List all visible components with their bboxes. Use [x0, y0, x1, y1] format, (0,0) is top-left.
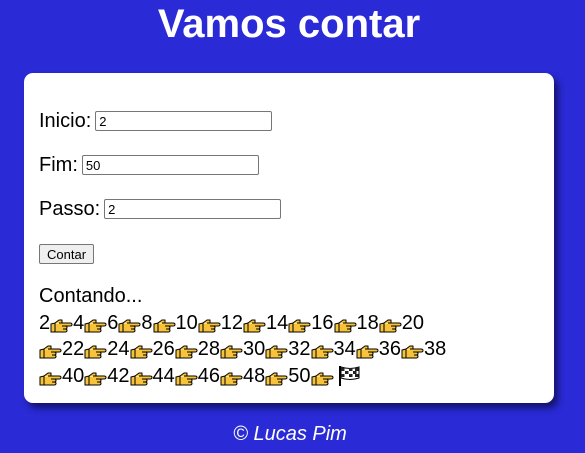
pointing-hand-icon	[130, 372, 152, 385]
sequence-number: 10	[175, 311, 198, 334]
sequence-number: 50	[288, 364, 311, 387]
sequence-line: 22 24 26 28 30 32 34 36 38	[39, 336, 544, 363]
inicio-field-row: Inicio:	[39, 109, 273, 133]
pointing-hand-icon	[130, 345, 152, 359]
fim-field-row: Fim:	[39, 153, 259, 177]
pointing-hand-icon	[220, 372, 243, 385]
sequence-number: 12	[220, 311, 243, 334]
fim-input[interactable]	[81, 155, 259, 175]
sequence-number: 8	[141, 311, 153, 334]
status-text: Contando...	[39, 285, 143, 307]
sequence-number: 28	[197, 338, 220, 360]
passo-field-row: Passo:	[39, 197, 282, 221]
pointing-hand-icon	[175, 345, 198, 359]
pointing-hand-icon	[265, 372, 288, 385]
pointing-hand-icon	[153, 319, 175, 332]
sequence-number: 26	[152, 338, 175, 360]
pointing-hand-icon	[379, 319, 402, 332]
pointing-hand-icon	[311, 372, 333, 385]
pointing-hand-icon	[50, 319, 73, 332]
fim-label: Fim:	[39, 153, 78, 176]
page-title: Vamos contar	[157, 2, 421, 46]
sequence-number: 18	[356, 311, 379, 334]
sequence-number: 36	[378, 338, 401, 360]
footer-credit: © Lucas Pim	[233, 423, 347, 445]
sequence-number: 14	[266, 311, 289, 334]
sequence-number: 46	[197, 364, 220, 387]
sequence-number: 6	[107, 311, 119, 334]
inicio-label: Inicio:	[39, 109, 92, 132]
result-area: Contando... 2 4 6 8 10 12 14 16 18 20 22…	[39, 283, 544, 389]
passo-input[interactable]	[104, 199, 282, 219]
sequence-number: 20	[401, 311, 424, 334]
sequence-line: 40 42 44 46 48 50	[39, 363, 544, 390]
pointing-hand-icon	[39, 372, 62, 385]
counter-card: Inicio: Fim: Passo: Contar Contando... 2…	[24, 73, 554, 403]
pointing-hand-icon	[356, 345, 379, 359]
sequence-number: 40	[62, 364, 85, 387]
sequence-number: 42	[107, 364, 130, 387]
sequence-number: 30	[243, 338, 266, 360]
contar-button[interactable]: Contar	[39, 244, 95, 264]
sequence-number: 2	[39, 311, 51, 334]
pointing-hand-icon	[334, 319, 356, 332]
sequence-number: 48	[243, 364, 266, 387]
pointing-hand-icon	[39, 345, 62, 359]
pointing-hand-icon	[288, 319, 311, 332]
sequence-line: 2 4 6 8 10 12 14 16 18 20	[39, 310, 544, 337]
pointing-hand-icon	[198, 319, 221, 332]
pointing-hand-icon	[84, 345, 107, 359]
checkered-flag-icon	[338, 365, 359, 386]
pointing-hand-icon	[84, 372, 107, 385]
sequence-number: 4	[73, 311, 85, 334]
pointing-hand-icon	[311, 345, 333, 359]
pointing-hand-icon	[84, 319, 107, 332]
pointing-hand-icon	[118, 319, 141, 332]
sequence-number: 16	[311, 311, 334, 334]
pointing-hand-icon	[401, 345, 424, 359]
pointing-hand-icon	[265, 345, 288, 359]
sequence-number: 32	[288, 338, 311, 360]
sequence-number: 24	[107, 338, 130, 360]
pointing-hand-icon	[175, 372, 198, 385]
pointing-hand-icon	[243, 319, 266, 332]
sequence-number: 22	[62, 338, 85, 360]
pointing-hand-icon	[220, 345, 243, 359]
passo-label: Passo:	[39, 197, 101, 220]
sequence-number: 38	[424, 338, 447, 360]
sequence-number: 44	[152, 364, 175, 387]
inicio-input[interactable]	[95, 111, 273, 131]
sequence-number: 34	[333, 338, 356, 360]
